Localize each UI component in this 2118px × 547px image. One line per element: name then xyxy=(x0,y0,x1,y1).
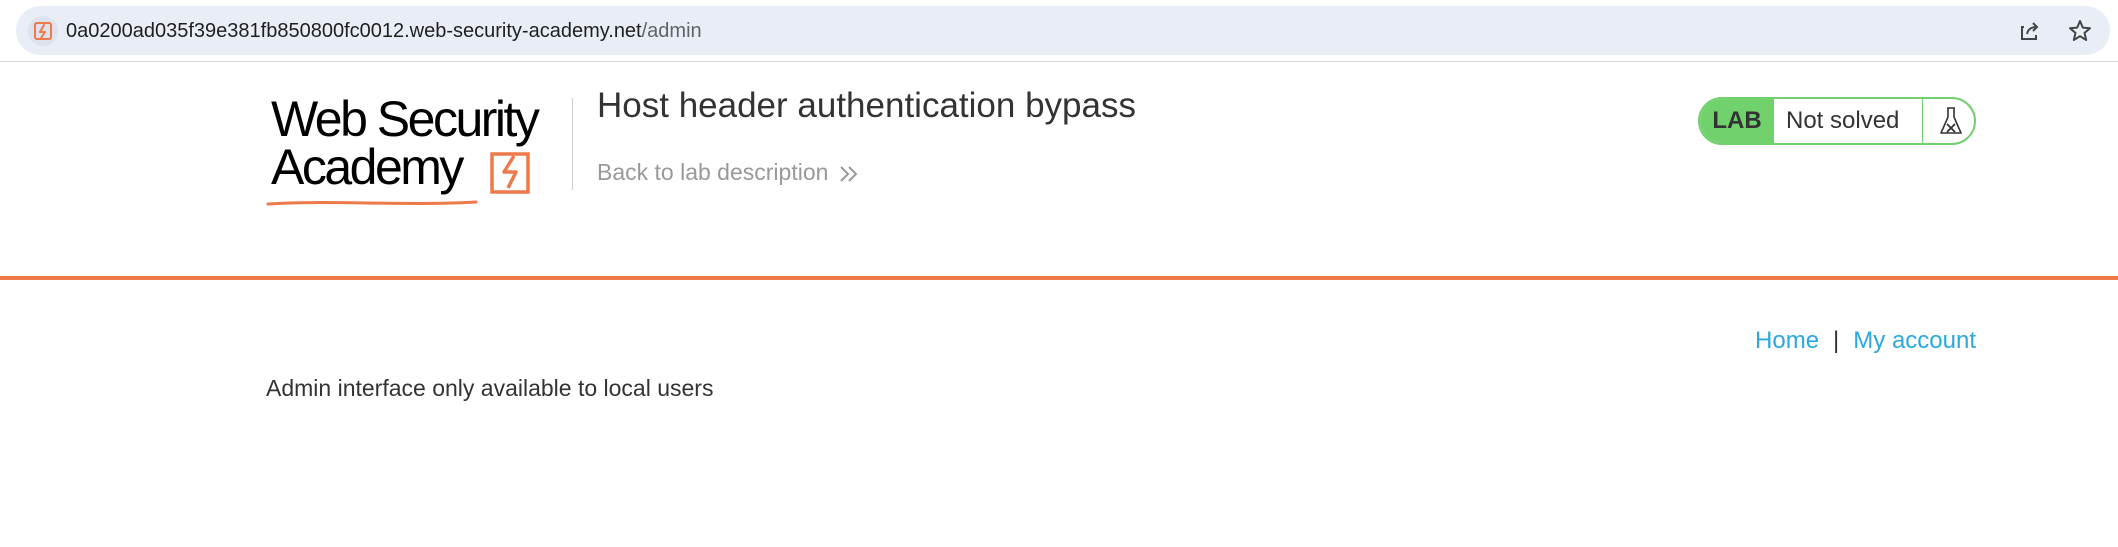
browser-toolbar: 0a0200ad035f39e381fb850800fc0012.web-sec… xyxy=(0,0,2118,62)
nav-separator: | xyxy=(1833,327,1840,354)
url-host: 0a0200ad035f39e381fb850800fc0012.web-sec… xyxy=(66,20,642,42)
url-text[interactable]: 0a0200ad035f39e381fb850800fc0012.web-sec… xyxy=(66,20,702,43)
web-security-academy-logo[interactable]: Web Security Academy xyxy=(266,92,568,212)
flask-icon xyxy=(1922,99,1974,143)
lab-status-text: Not solved xyxy=(1786,107,1900,134)
logo-underline xyxy=(266,200,478,206)
double-chevron-right-icon xyxy=(840,166,858,182)
lab-status-widget: LAB Not solved xyxy=(1698,97,1976,145)
back-link-label: Back to lab description xyxy=(597,159,829,185)
address-bar[interactable]: 0a0200ad035f39e381fb850800fc0012.web-sec… xyxy=(16,6,2110,55)
logo-bolt-icon xyxy=(490,152,530,194)
share-icon[interactable] xyxy=(2016,17,2044,45)
lab-header: Web Security Academy Host header authent… xyxy=(0,62,2118,280)
top-nav-links: Home | My account xyxy=(1755,327,1976,355)
home-link[interactable]: Home xyxy=(1755,327,1819,354)
header-divider xyxy=(572,98,573,190)
url-path: /admin xyxy=(641,20,702,42)
logo-text-line2: Academy xyxy=(271,139,464,195)
lab-badge: LAB xyxy=(1700,99,1774,143)
logo-text-line1: Web Security xyxy=(271,91,540,147)
star-icon[interactable] xyxy=(2066,17,2094,45)
lab-title: Host header authentication bypass xyxy=(597,86,1136,125)
my-account-link[interactable]: My account xyxy=(1853,327,1976,354)
lightning-bolt-icon[interactable] xyxy=(28,16,58,46)
back-to-lab-description-link[interactable]: Back to lab description xyxy=(597,159,860,186)
admin-message: Admin interface only available to local … xyxy=(266,375,714,401)
